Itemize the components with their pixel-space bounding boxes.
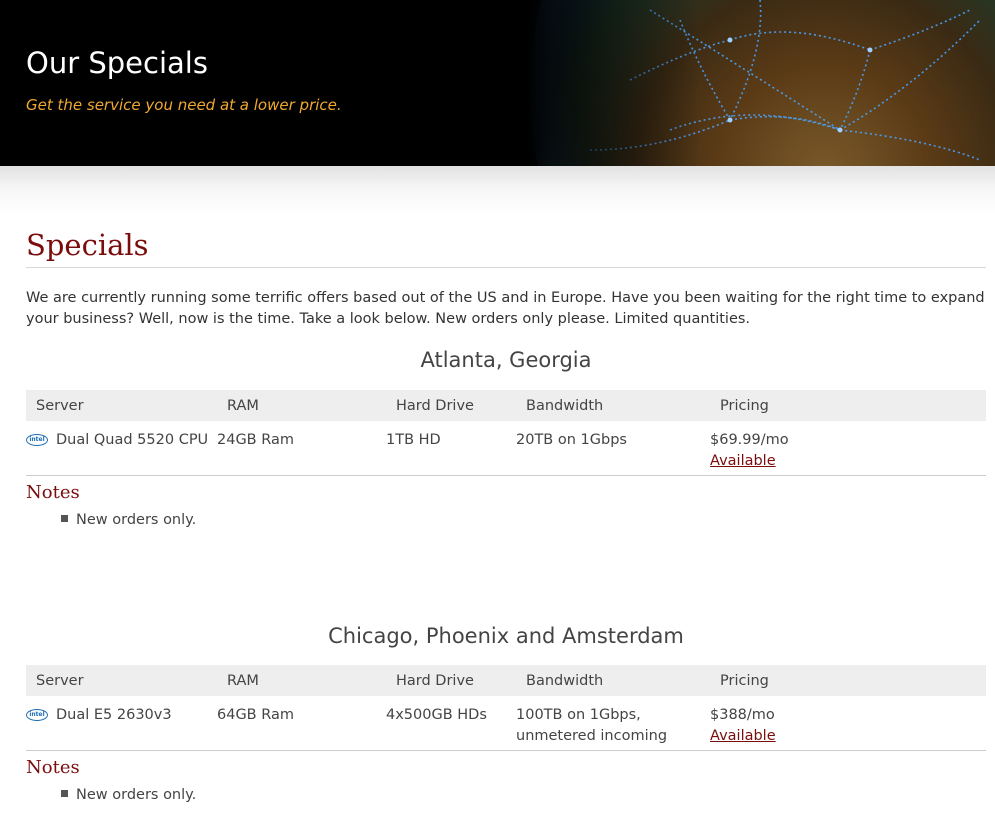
header-hard-drive: Hard Drive bbox=[386, 665, 516, 696]
special-block-atlanta: Atlanta, Georgia Server RAM Hard Drive B… bbox=[26, 345, 986, 528]
region-title: Chicago, Phoenix and Amsterdam bbox=[328, 624, 684, 648]
pricing-cell: $388/mo Available bbox=[710, 696, 986, 751]
header-ram: RAM bbox=[217, 390, 386, 421]
notes-list: New orders only. bbox=[61, 512, 986, 528]
specs-table: Server RAM Hard Drive Bandwidth Pricing … bbox=[26, 665, 986, 751]
intel-icon: intel bbox=[26, 434, 48, 446]
bandwidth-cell: 100TB on 1Gbps, unmetered incoming bbox=[516, 696, 710, 751]
header-server: Server bbox=[26, 665, 217, 696]
server-cell: intel Dual E5 2630v3 bbox=[26, 696, 217, 751]
page-title: Specials bbox=[26, 228, 986, 268]
server-name: Dual Quad 5520 CPU bbox=[56, 432, 209, 448]
banner-title: Our Specials bbox=[26, 46, 208, 80]
header-bandwidth: Bandwidth bbox=[516, 390, 710, 421]
table-header-row: Server RAM Hard Drive Bandwidth Pricing bbox=[26, 390, 986, 421]
hard-drive-cell: 4x500GB HDs bbox=[386, 696, 516, 751]
header-banner: Our Specials Get the service you need at… bbox=[0, 0, 995, 166]
ram-cell: 24GB Ram bbox=[217, 421, 386, 476]
main-content: Specials We are currently running some t… bbox=[26, 228, 986, 803]
price-value: $388/mo bbox=[710, 707, 775, 723]
notes-list: New orders only. bbox=[61, 787, 986, 803]
table-header-row: Server RAM Hard Drive Bandwidth Pricing bbox=[26, 665, 986, 696]
available-link[interactable]: Available bbox=[710, 453, 776, 469]
table-row: intel Dual Quad 5520 CPU 24GB Ram 1TB HD … bbox=[26, 421, 986, 476]
header-pricing: Pricing bbox=[710, 665, 986, 696]
header-pricing: Pricing bbox=[710, 390, 986, 421]
notes-title: Notes bbox=[26, 482, 80, 503]
server-name: Dual E5 2630v3 bbox=[56, 707, 172, 723]
specs-table: Server RAM Hard Drive Bandwidth Pricing … bbox=[26, 390, 986, 476]
bandwidth-cell: 20TB on 1Gbps bbox=[516, 421, 710, 476]
intel-icon: intel bbox=[26, 709, 48, 721]
list-item: New orders only. bbox=[61, 787, 986, 803]
banner-subtitle: Get the service you need at a lower pric… bbox=[26, 96, 342, 114]
intro-paragraph: We are currently running some terrific o… bbox=[26, 290, 985, 327]
region-title: Atlanta, Georgia bbox=[420, 348, 592, 372]
available-link[interactable]: Available bbox=[710, 728, 776, 744]
ram-cell: 64GB Ram bbox=[217, 696, 386, 751]
table-row: intel Dual E5 2630v3 64GB Ram 4x500GB HDs… bbox=[26, 696, 986, 751]
header-server: Server bbox=[26, 390, 217, 421]
hard-drive-cell: 1TB HD bbox=[386, 421, 516, 476]
special-block-chicago: Chicago, Phoenix and Amsterdam Server RA… bbox=[26, 621, 986, 803]
list-item: New orders only. bbox=[61, 512, 986, 528]
server-cell: intel Dual Quad 5520 CPU bbox=[26, 421, 217, 476]
price-value: $69.99/mo bbox=[710, 432, 789, 448]
header-hard-drive: Hard Drive bbox=[386, 390, 516, 421]
header-ram: RAM bbox=[217, 665, 386, 696]
header-bandwidth: Bandwidth bbox=[516, 665, 710, 696]
pricing-cell: $69.99/mo Available bbox=[710, 421, 986, 476]
notes-title: Notes bbox=[26, 757, 80, 778]
